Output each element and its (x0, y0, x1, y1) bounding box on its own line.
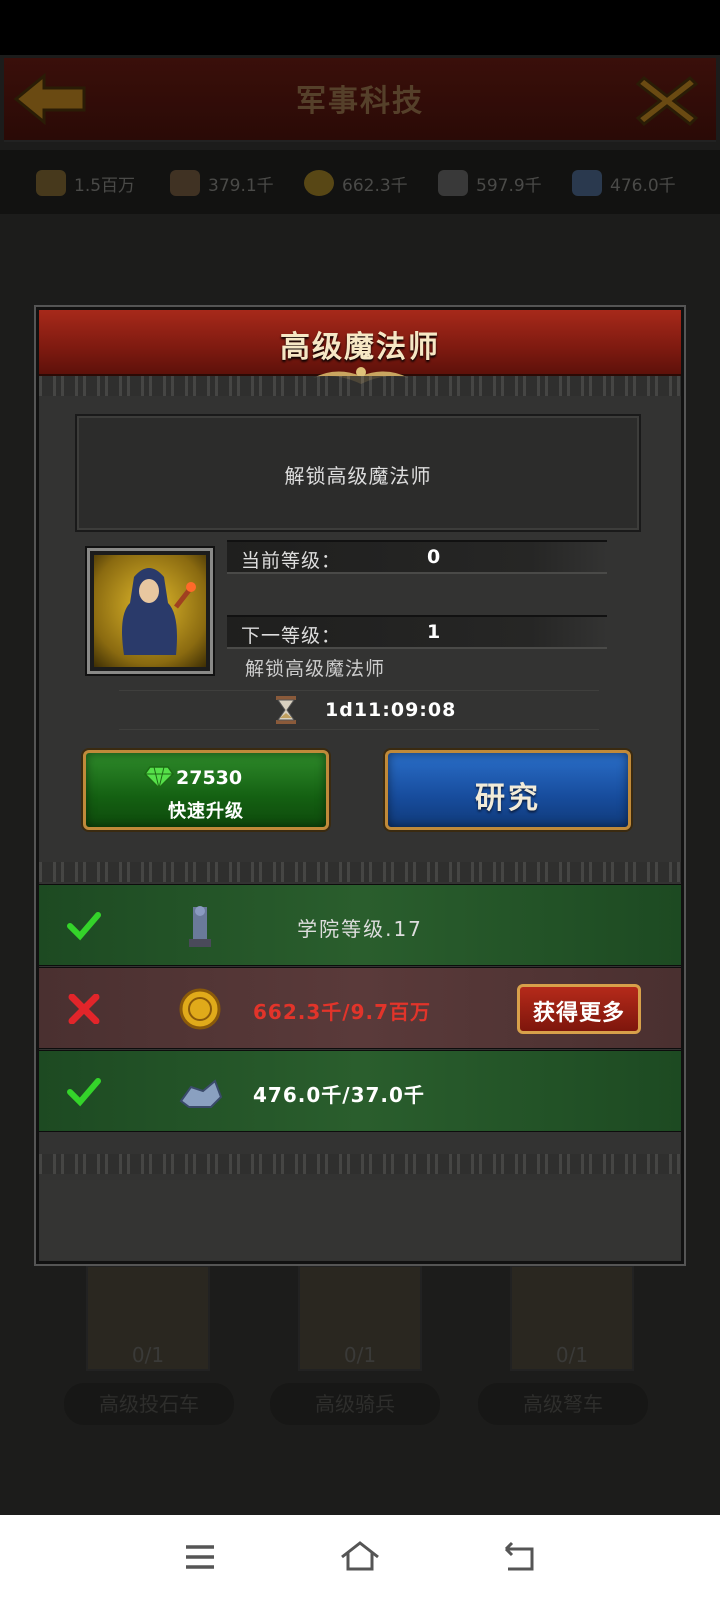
get-more-label: 获得更多 (532, 1001, 625, 1026)
resource-value: 662.3千 (342, 175, 408, 196)
description-text: 解锁高级魔法师 (284, 464, 432, 488)
dialog-footer (39, 1180, 681, 1260)
stone-icon (170, 170, 200, 196)
fret-divider (39, 376, 681, 396)
dialog-title: 高级魔法师 (280, 330, 440, 365)
menu-icon[interactable] (178, 1535, 222, 1579)
requirement-row: 476.0千/37.0千 (39, 1050, 681, 1132)
mage-figure-icon (122, 568, 196, 655)
resource-ore: 597.9千 (438, 168, 542, 198)
home-icon[interactable] (338, 1535, 382, 1579)
ore-icon (438, 170, 468, 196)
next-level-label: 下一等级： (241, 625, 342, 647)
mage-portrait-image (94, 555, 206, 667)
mana-crystal-icon (572, 170, 602, 196)
background-title-bar: 军事科技 (4, 58, 716, 142)
research-time-row: 1d11:09:08 (119, 690, 599, 730)
gold-coin-icon (304, 170, 334, 196)
resource-value: 597.9千 (476, 175, 542, 196)
current-level-row: 当前等级： 0 (227, 540, 607, 574)
current-level-value: 0 (427, 546, 441, 568)
wood-icon (36, 170, 66, 196)
requirement-text: 662.3千/9.7百万 (253, 1000, 431, 1024)
tech-detail-dialog: 高级魔法师 解锁高级魔法师 当前等级： 0 下一等级： 1 解锁高级魔法师 1d… (36, 307, 684, 1264)
current-level-label: 当前等级： (241, 550, 342, 572)
system-navigation-bar (0, 1515, 720, 1600)
research-label: 研究 (475, 781, 541, 816)
gem-cost: 27530 (176, 767, 243, 789)
unit-card[interactable]: 0/1 (298, 1265, 422, 1371)
checkmark-icon (67, 1078, 101, 1107)
requirement-row: 学院等级.17 (39, 884, 681, 966)
unit-card-count: 0/1 (343, 1343, 377, 1367)
quick-upgrade-label: 快速升级 (168, 801, 244, 822)
hourglass-icon (276, 696, 296, 724)
unit-card-label: 高级投石车 (64, 1383, 234, 1425)
unit-card-label: 高级弩车 (478, 1383, 648, 1425)
unit-card-count: 0/1 (131, 1343, 165, 1367)
mage-portrait (87, 548, 213, 674)
unit-card[interactable]: 0/1 (510, 1265, 634, 1371)
screen: { "background": { "title": "军事科技", "reso… (0, 0, 720, 1600)
fret-divider (39, 862, 681, 882)
gold-coin-icon (179, 988, 221, 1030)
unit-card[interactable]: 0/1 (86, 1265, 210, 1371)
resource-wood: 1.5百万 (36, 168, 135, 198)
cross-icon (68, 994, 100, 1024)
unit-card-count: 0/1 (555, 1343, 589, 1367)
resource-stone: 379.1千 (170, 168, 274, 198)
resource-mana: 476.0千 (572, 168, 676, 198)
requirement-text: 学院等级.17 (297, 917, 423, 941)
gem-icon (144, 766, 174, 789)
background-unit-cards: 0/1 0/1 0/1 高级投石车 高级骑兵 高级弩车 (0, 1265, 720, 1425)
resource-value: 379.1千 (208, 175, 274, 196)
requirement-row: 662.3千/9.7百万 获得更多 (39, 967, 681, 1049)
close-icon[interactable] (632, 70, 702, 132)
resource-value: 1.5百万 (74, 175, 136, 196)
next-level-effect: 解锁高级魔法师 (245, 658, 386, 680)
get-more-button[interactable]: 获得更多 (517, 984, 641, 1034)
resource-value: 476.0千 (610, 175, 676, 196)
research-button[interactable]: 研究 (385, 750, 631, 830)
description-box: 解锁高级魔法师 (75, 414, 641, 532)
next-level-row: 下一等级： 1 (227, 615, 607, 649)
research-time: 1d11:09:08 (325, 699, 457, 721)
resource-gold: 662.3千 (304, 168, 408, 198)
back-icon[interactable] (498, 1535, 542, 1579)
dialog-header: 高级魔法师 (39, 310, 681, 384)
unit-card-label: 高级骑兵 (270, 1383, 440, 1425)
quick-upgrade-button[interactable]: 27530 快速升级 (83, 750, 329, 830)
background-title: 军事科技 (296, 84, 424, 119)
requirement-text: 476.0千/37.0千 (253, 1083, 425, 1107)
next-level-value: 1 (427, 621, 441, 643)
mana-crystal-icon (179, 1079, 223, 1108)
fret-divider (39, 1154, 681, 1174)
resource-bar: 1.5百万 379.1千 662.3千 597.9千 476.0千 (0, 150, 720, 214)
